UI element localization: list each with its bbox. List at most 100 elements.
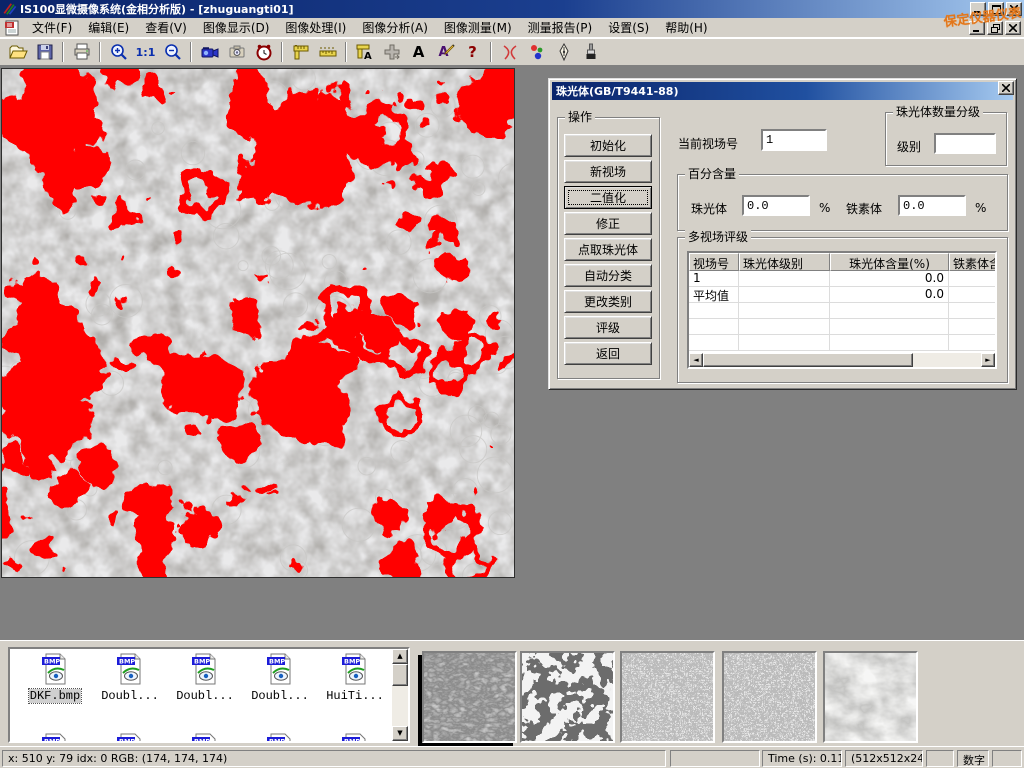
thumbnail-4[interactable] — [722, 651, 817, 743]
cell-field-number: 1 — [689, 271, 739, 286]
cell-pearlite-content: 0.0 — [830, 271, 949, 286]
grade-label: 级别 — [897, 138, 921, 155]
file-item[interactable]: BMP DKF.bmp — [20, 653, 90, 703]
text-button[interactable]: A — [405, 40, 432, 64]
pearlite-input[interactable] — [742, 195, 810, 216]
table-row-empty — [689, 319, 995, 335]
svg-text:BMP: BMP — [44, 658, 60, 666]
video-capture-button[interactable] — [196, 40, 223, 64]
correct-button[interactable]: 修正 — [564, 212, 652, 235]
scroll-thumb[interactable] — [392, 664, 408, 686]
file-item[interactable]: BMP Doubl... — [245, 653, 315, 703]
grade-input[interactable] — [934, 133, 996, 154]
file-item[interactable]: BMP — [20, 733, 90, 743]
particle-tool-button[interactable] — [523, 40, 550, 64]
change-class-button[interactable]: 更改类别 — [564, 290, 652, 313]
table-row[interactable]: 平均值 0.0 — [689, 287, 995, 303]
thumbnail-3[interactable] — [620, 651, 715, 743]
edit-text-button[interactable]: A — [432, 40, 459, 64]
file-item[interactable]: BMP — [170, 733, 240, 743]
menu-file[interactable]: 文件(F) — [24, 17, 80, 38]
zoom-out-button[interactable] — [159, 40, 186, 64]
move-button[interactable] — [378, 40, 405, 64]
timer-button[interactable] — [250, 40, 277, 64]
return-button[interactable]: 返回 — [564, 342, 652, 365]
new-field-button[interactable]: 新视场 — [564, 160, 652, 183]
particles-icon — [527, 42, 547, 62]
print-button[interactable] — [68, 40, 95, 64]
menu-bar: 文件(F) 编辑(E) 查看(V) 图像显示(D) 图像处理(I) 图像分析(A… — [0, 18, 1024, 38]
dialog-close-button[interactable] — [998, 81, 1014, 95]
scroll-down-button[interactable]: ▼ — [392, 726, 408, 741]
menu-report[interactable]: 测量报告(P) — [520, 17, 601, 38]
menu-image-measure[interactable]: 图像测量(M) — [436, 17, 520, 38]
scroll-right-button[interactable]: ► — [981, 353, 995, 367]
scroll-thumb[interactable] — [703, 353, 913, 367]
caliper-button[interactable] — [287, 40, 314, 64]
file-list[interactable]: BMP DKF.bmp BMP Doubl... BMP Doubl... BM… — [8, 647, 410, 743]
thumbnail-5[interactable] — [823, 651, 918, 743]
col-field-number: 视场号 — [689, 253, 739, 271]
table-horizontal-scrollbar[interactable]: ◄ ► — [689, 353, 995, 367]
file-item[interactable]: BMP — [320, 733, 390, 743]
thumbnail-2[interactable] — [520, 651, 615, 743]
toolbar-separator — [190, 42, 192, 62]
open-button[interactable] — [4, 40, 31, 64]
toolbar-separator — [99, 42, 101, 62]
scroll-up-button[interactable]: ▲ — [392, 649, 408, 664]
binarize-button[interactable]: 二值化 — [564, 186, 652, 209]
close-button[interactable] — [1006, 2, 1022, 16]
pick-pearlite-button[interactable]: 点取珠光体 — [564, 238, 652, 261]
mdi-restore-button[interactable] — [987, 21, 1003, 35]
menu-help[interactable]: 帮助(H) — [657, 17, 715, 38]
brush-tool-button[interactable] — [577, 40, 604, 64]
thumbnail-1[interactable] — [422, 651, 517, 743]
zoom-in-button[interactable] — [105, 40, 132, 64]
curve-tool-button[interactable] — [496, 40, 523, 64]
status-spacer — [992, 750, 1022, 767]
file-item[interactable]: BMP HuiTi... — [320, 653, 390, 703]
initialize-button[interactable]: 初始化 — [564, 134, 652, 157]
status-spacer — [926, 750, 954, 767]
current-field-input[interactable] — [761, 129, 827, 151]
rate-button[interactable]: 评级 — [564, 316, 652, 339]
menu-image-analysis[interactable]: 图像分析(A) — [354, 17, 436, 38]
file-item[interactable]: BMP — [95, 733, 165, 743]
ruler-button[interactable] — [314, 40, 341, 64]
image-size-status: (512x512x24) — [845, 750, 923, 767]
mdi-minimize-button[interactable] — [969, 21, 985, 35]
mdi-close-button[interactable] — [1005, 21, 1021, 35]
dialog-title-bar[interactable]: 珠光体(GB/T9441-88) — [552, 82, 1013, 100]
pen-tool-button[interactable] — [550, 40, 577, 64]
auto-classify-button[interactable]: 自动分类 — [564, 264, 652, 287]
printer-icon — [72, 42, 92, 62]
toolbar-separator — [281, 42, 283, 62]
menu-view[interactable]: 查看(V) — [137, 17, 195, 38]
table-row-empty — [689, 335, 995, 351]
save-button[interactable] — [31, 40, 58, 64]
actual-size-button[interactable]: 1:1 — [132, 40, 159, 64]
file-item[interactable]: BMP — [245, 733, 315, 743]
scroll-track[interactable] — [703, 353, 981, 367]
table-row[interactable]: 1 0.0 — [689, 271, 995, 287]
menu-settings[interactable]: 设置(S) — [600, 17, 657, 38]
document-icon[interactable] — [4, 20, 20, 36]
maximize-button[interactable] — [988, 2, 1004, 16]
dialog-title: 珠光体(GB/T9441-88) — [556, 83, 678, 99]
file-item[interactable]: BMP Doubl... — [95, 653, 165, 703]
menu-edit[interactable]: 编辑(E) — [80, 17, 137, 38]
micrograph-canvas[interactable] — [1, 68, 515, 578]
help-button[interactable]: ? — [459, 40, 486, 64]
photo-capture-button[interactable] — [223, 40, 250, 64]
svg-text:BMP: BMP — [194, 738, 210, 744]
scroll-left-button[interactable]: ◄ — [689, 353, 703, 367]
file-list-scrollbar[interactable]: ▲ ▼ — [392, 649, 408, 741]
menu-image-processing[interactable]: 图像处理(I) — [277, 17, 354, 38]
minimize-button[interactable] — [970, 2, 986, 16]
measure-label-button[interactable]: A — [351, 40, 378, 64]
title-bar[interactable]: IS100显微摄像系统(金相分析版) - [zhuguangti01] — [0, 0, 1024, 18]
ferrite-input[interactable] — [898, 195, 966, 216]
bmp-file-icon: BMP — [340, 653, 370, 685]
menu-image-display[interactable]: 图像显示(D) — [195, 17, 278, 38]
file-item[interactable]: BMP Doubl... — [170, 653, 240, 703]
